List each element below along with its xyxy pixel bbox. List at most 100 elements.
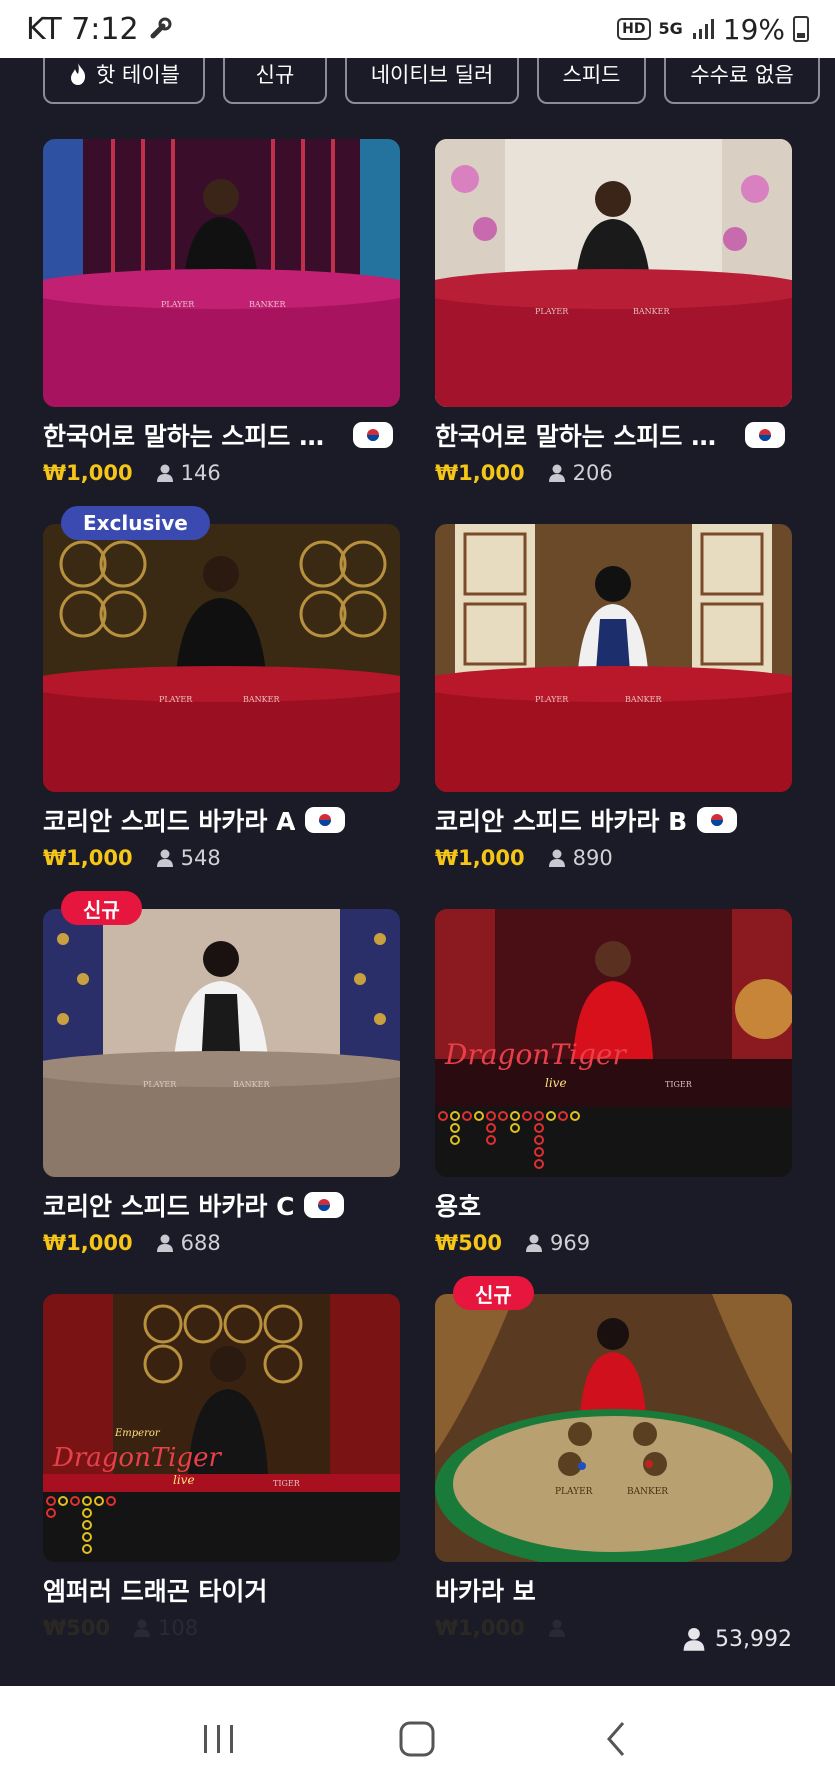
game-thumbnail[interactable]: PLAYER BANKER xyxy=(43,524,400,792)
svg-text:DragonTiger: DragonTiger xyxy=(444,1038,627,1071)
filter-label: 네이티브 딜러 xyxy=(370,63,494,87)
game-title: 엠퍼러 드래곤 타이거 xyxy=(43,1577,268,1606)
svg-text:live: live xyxy=(173,1473,195,1487)
game-thumbnail[interactable]: PLAYER BANKER xyxy=(43,139,400,407)
game-min-bet: ₩500 xyxy=(43,1616,110,1640)
game-min-bet: ₩1,000 xyxy=(435,1616,525,1640)
signal-icon xyxy=(692,19,714,39)
game-title: 코리안 스피드 바카라 A xyxy=(43,807,296,836)
svg-text:live: live xyxy=(545,1076,567,1090)
game-title: 용호 xyxy=(435,1192,482,1221)
game-meta: ₩500 969 xyxy=(435,1229,792,1257)
kr-flag-icon xyxy=(697,807,738,833)
game-thumbnail[interactable]: PLAYER BANKER xyxy=(435,524,792,792)
game-min-bet: ₩1,000 xyxy=(435,846,525,870)
game-thumbnail[interactable]: PLAYER BANKER xyxy=(43,909,400,1177)
svg-text:BANKER: BANKER xyxy=(633,307,670,316)
game-card[interactable]: Exclusive PLAYER BANKER 코리안 스피드 바카라 A ₩1… xyxy=(43,506,400,909)
game-card[interactable]: 신규 PLAYER BANKER 바카라 보 ₩1,000 xyxy=(435,1276,792,1679)
player-count-value: 108 xyxy=(158,1616,199,1640)
kr-flag-icon xyxy=(745,422,785,448)
filter-label: 신규 xyxy=(255,63,295,87)
game-min-bet: ₩1,000 xyxy=(435,461,525,485)
game-card[interactable]: 신규 PLAYER BANKER 코리안 스피드 바카라 C ₩1,000 68… xyxy=(43,891,400,1294)
svg-text:PLAYER: PLAYER xyxy=(535,695,569,704)
filter-label: 스피드 xyxy=(562,63,621,87)
game-meta: ₩500 108 xyxy=(43,1614,400,1642)
new-badge: 신규 xyxy=(61,891,142,925)
svg-text:TIGER: TIGER xyxy=(273,1479,301,1488)
game-thumbnail[interactable]: Emperor DragonTiger live TIGER xyxy=(43,1294,400,1562)
game-title-row: 한국어로 말하는 스피드 바... xyxy=(435,417,792,453)
svg-text:PLAYER: PLAYER xyxy=(161,300,195,309)
game-title-row: 코리안 스피드 바카라 C xyxy=(43,1187,400,1223)
svg-text:PLAYER: PLAYER xyxy=(535,307,569,316)
player-count: 146 xyxy=(155,461,221,485)
filter-label: 수수료 없음 xyxy=(690,63,794,87)
wrench-icon xyxy=(150,17,172,39)
player-count: 890 xyxy=(547,846,613,870)
player-count: 548 xyxy=(155,846,221,870)
game-title-row: 엠퍼러 드래곤 타이거 xyxy=(43,1572,400,1608)
person-icon xyxy=(548,1619,565,1637)
svg-text:PLAYER: PLAYER xyxy=(143,1080,177,1089)
svg-text:BANKER: BANKER xyxy=(627,1487,668,1497)
recent-apps-icon xyxy=(204,1724,234,1753)
game-card[interactable]: PLAYER BANKER 코리안 스피드 바카라 B ₩1,000 890 xyxy=(435,524,792,909)
game-card[interactable]: DragonTiger live TIGER 용호 ₩500 969 xyxy=(435,909,792,1294)
player-count-value: 969 xyxy=(550,1231,591,1255)
svg-text:BANKER: BANKER xyxy=(243,695,280,704)
person-icon xyxy=(683,1627,705,1651)
back-icon xyxy=(606,1721,624,1756)
game-title: 바카라 보 xyxy=(435,1577,536,1606)
game-title: 코리안 스피드 바카라 C xyxy=(43,1192,295,1221)
person-icon xyxy=(134,1619,150,1637)
game-meta: ₩1,000 146 xyxy=(43,459,400,487)
game-title-row: 바카라 보 xyxy=(435,1572,792,1608)
game-grid: PLAYER BANKER 한국어로 말하는 스피드 바... ₩1,000 1… xyxy=(43,139,793,1679)
svg-text:DragonTiger: DragonTiger xyxy=(52,1443,223,1473)
player-count-value: 890 xyxy=(572,846,613,870)
game-thumbnail[interactable]: PLAYER BANKER xyxy=(435,139,792,407)
game-thumbnail[interactable]: DragonTiger live TIGER xyxy=(435,909,792,1177)
game-title: 코리안 스피드 바카라 B xyxy=(435,807,688,836)
person-icon xyxy=(156,849,173,867)
back-button[interactable] xyxy=(586,1709,646,1769)
player-count: 108 xyxy=(132,1616,198,1640)
home-button[interactable] xyxy=(387,1709,447,1769)
player-count xyxy=(547,1618,573,1638)
status-bar: KT 7:12 HD 5G 19% xyxy=(0,0,835,58)
status-left: KT 7:12 xyxy=(26,12,173,47)
game-title: 한국어로 말하는 스피드 바... xyxy=(435,422,735,451)
game-min-bet: ₩500 xyxy=(435,1231,502,1255)
game-card[interactable]: Emperor DragonTiger live TIGER 엠퍼러 드래곤 타… xyxy=(43,1294,400,1679)
player-count-value: 688 xyxy=(180,1231,221,1255)
svg-text:BANKER: BANKER xyxy=(625,695,662,704)
game-card[interactable]: PLAYER BANKER 한국어로 말하는 스피드 바... ₩1,000 2… xyxy=(435,139,792,524)
game-card[interactable]: PLAYER BANKER 한국어로 말하는 스피드 바... ₩1,000 1… xyxy=(43,139,400,524)
game-meta: ₩1,000 890 xyxy=(435,844,792,872)
total-online-count: 53,992 xyxy=(715,1626,792,1652)
player-count: 206 xyxy=(547,461,613,485)
recent-apps-button[interactable] xyxy=(189,1709,249,1769)
game-meta: ₩1,000 688 xyxy=(43,1229,400,1257)
svg-text:PLAYER: PLAYER xyxy=(159,695,193,704)
game-title-row: 코리안 스피드 바카라 A xyxy=(43,802,400,838)
new-badge: 신규 xyxy=(453,1276,534,1310)
status-right: HD 5G 19% xyxy=(617,13,809,46)
battery-icon xyxy=(793,16,809,42)
person-icon xyxy=(526,1234,542,1252)
total-online-players: 53,992 xyxy=(681,1626,792,1652)
game-thumbnail[interactable]: PLAYER BANKER xyxy=(435,1294,792,1562)
system-nav-bar xyxy=(0,1686,835,1791)
game-min-bet: ₩1,000 xyxy=(43,846,133,870)
exclusive-badge: Exclusive xyxy=(61,506,210,540)
kr-flag-icon xyxy=(304,1192,345,1218)
carrier-time: KT 7:12 xyxy=(26,11,139,47)
game-title-row: 용호 xyxy=(435,1187,792,1223)
player-count-value: 146 xyxy=(180,461,221,485)
player-count: 969 xyxy=(524,1231,590,1255)
player-count-value: 206 xyxy=(572,461,613,485)
person-icon xyxy=(156,1234,173,1252)
game-title-row: 한국어로 말하는 스피드 바... xyxy=(43,417,400,453)
